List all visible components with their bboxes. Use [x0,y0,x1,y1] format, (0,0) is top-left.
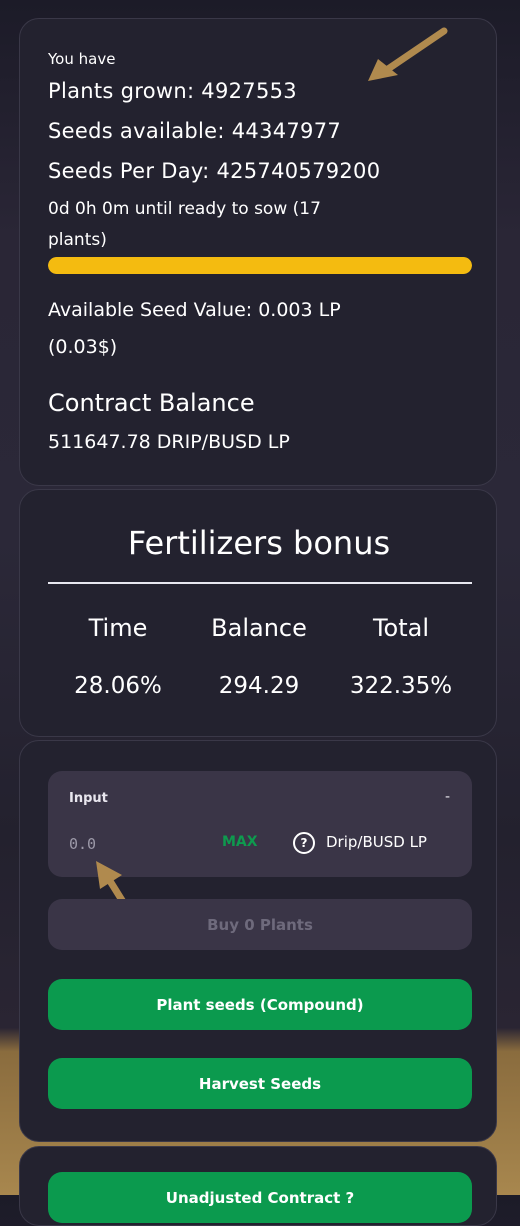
token-label: Drip/BUSD LP [326,833,427,851]
input-label: Input [69,791,108,806]
sow-progress-bar [48,257,472,274]
bottom-card: Unadjusted Contract ? [19,1146,497,1226]
bonus-header-total: Total [372,614,430,642]
max-button[interactable]: MAX [222,834,258,850]
buy-plants-button[interactable]: Buy 0 Plants [48,899,472,950]
bonus-divider [48,582,472,584]
seeds-per-day: Seeds Per Day: 425740579200 [48,159,381,183]
sow-status-line-1: 0d 0h 0m until ready to sow (17 [48,199,321,219]
amount-input[interactable] [69,833,189,855]
sow-status-line-2: plants) [48,230,107,250]
actions-card: Input - MAX ? Drip/BUSD LP Buy 0 Plants … [19,740,497,1142]
sow-progress-fill [48,257,472,274]
bonus-header-time: Time [88,614,148,642]
seeds-available: Seeds available: 44347977 [48,119,342,143]
seed-value-line-2: (0.03$) [48,336,118,358]
bonus-value-balance: 294.29 [218,673,300,699]
unadjusted-contract-button[interactable]: Unadjusted Contract ? [48,1172,472,1223]
seed-value-line-1: Available Seed Value: 0.003 LP [48,299,341,321]
fertilizers-bonus-card: Fertilizers bonus Time Balance Total 28.… [19,489,497,737]
plant-seeds-compound-button[interactable]: Plant seeds (Compound) [48,979,472,1030]
plants-grown: Plants grown: 4927553 [48,79,297,103]
you-have-label: You have [48,50,116,68]
input-balance-dash: - [444,789,450,805]
harvest-seeds-button[interactable]: Harvest Seeds [48,1058,472,1109]
bonus-title: Fertilizers bonus [127,524,391,562]
bonus-header-balance: Balance [211,614,307,642]
bonus-value-total: 322.35% [349,673,453,699]
stats-card: You have Plants grown: 4927553 Seeds ava… [19,18,497,486]
annotation-arrow-icon [368,27,448,81]
contract-balance-value: 511647.78 DRIP/BUSD LP [48,431,290,453]
bonus-value-time: 28.06% [74,673,162,699]
help-icon[interactable]: ? [293,832,315,854]
contract-balance-label: Contract Balance [48,389,255,417]
